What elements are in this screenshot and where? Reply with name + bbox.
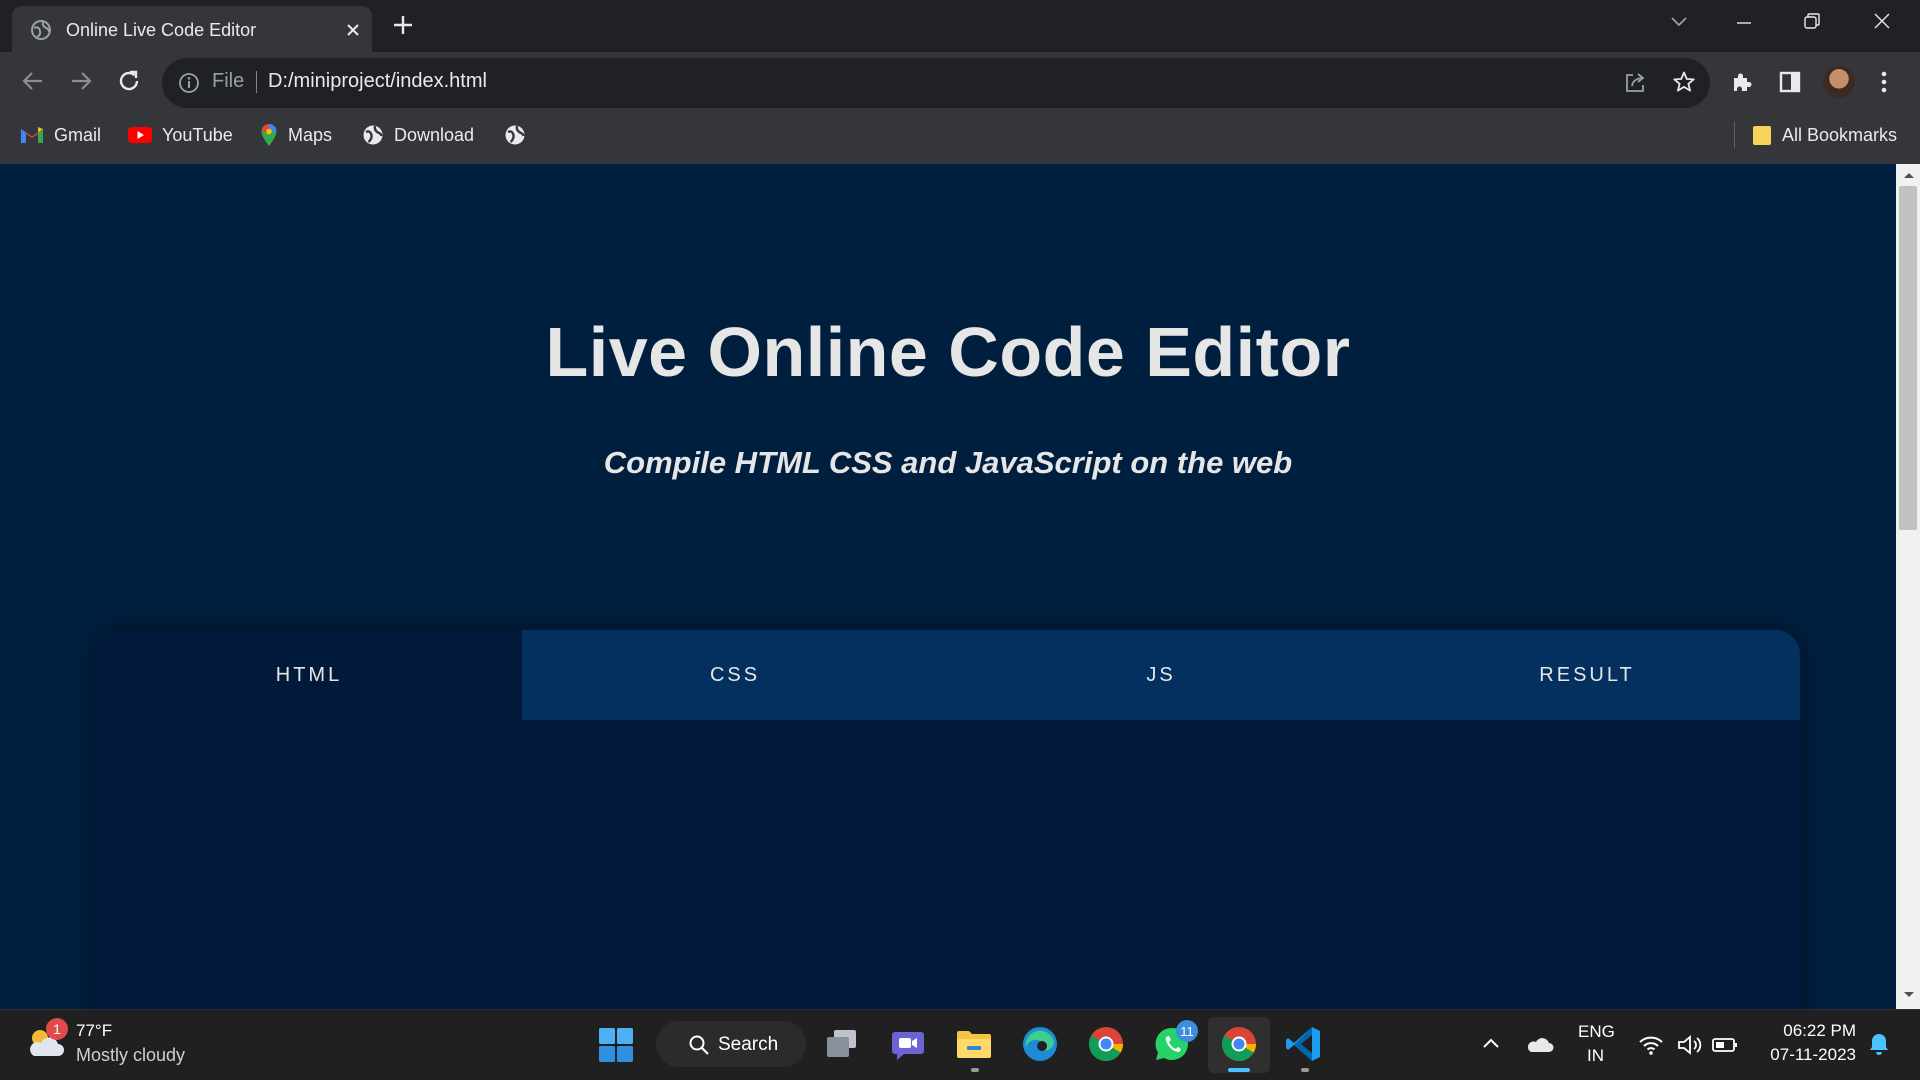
browser-tab[interactable]: Online Live Code Editor [12, 6, 372, 52]
bookmark-star-icon[interactable] [1672, 70, 1696, 94]
chrome-icon[interactable] [1086, 1024, 1126, 1064]
language-region[interactable]: IN [1587, 1046, 1604, 1066]
restore-window-icon[interactable] [1803, 12, 1821, 30]
gmail-icon [20, 126, 44, 144]
weather-temperature: 77°F [76, 1021, 113, 1040]
teams-chat-icon[interactable] [888, 1024, 928, 1064]
task-view-icon[interactable] [822, 1024, 862, 1064]
new-tab-plus-icon[interactable] [392, 14, 414, 36]
address-separator [256, 71, 257, 93]
reload-icon[interactable] [116, 68, 142, 94]
more-menu-icon[interactable] [1878, 70, 1890, 94]
tab-html[interactable]: HTML [96, 630, 522, 720]
address-scheme-label: File [212, 70, 245, 92]
clock-date[interactable]: 07-11-2023 [1760, 1045, 1856, 1065]
chrome-active-icon[interactable] [1219, 1024, 1259, 1064]
battery-icon[interactable] [1712, 1036, 1738, 1054]
scroll-down-arrow-icon[interactable] [1902, 990, 1916, 1000]
folder-icon [1752, 124, 1772, 146]
weather-condition: Mostly cloudy [76, 1045, 186, 1065]
youtube-icon [128, 126, 152, 144]
share-icon[interactable] [1623, 71, 1647, 95]
scroll-up-arrow-icon[interactable] [1902, 170, 1916, 180]
scrollbar-thumb[interactable] [1899, 186, 1917, 530]
back-arrow-icon[interactable] [20, 68, 46, 94]
clock-time[interactable]: 06:22 PM [1760, 1021, 1856, 1041]
wifi-icon[interactable] [1638, 1034, 1664, 1056]
code-editor-panel: HTML CSS JS RESULT [96, 630, 1800, 1020]
edge-browser-icon[interactable] [1020, 1024, 1060, 1064]
tab-result[interactable]: RESULT [1374, 630, 1800, 720]
all-bookmarks-label: All Bookmarks [1782, 124, 1898, 145]
bookmark-label: Gmail [54, 124, 102, 145]
close-tab-icon[interactable] [346, 23, 360, 37]
language-indicator[interactable]: ENG [1578, 1022, 1615, 1042]
tab-search-chevron-icon[interactable] [1670, 14, 1688, 28]
bookmarks-separator [1734, 122, 1735, 148]
active-running-indicator [1228, 1068, 1250, 1072]
show-hidden-icons-chevron-icon[interactable] [1482, 1036, 1500, 1050]
globe-icon [31, 20, 51, 40]
site-info-icon[interactable] [178, 72, 200, 94]
minimize-icon[interactable] [1735, 14, 1753, 32]
address-url[interactable]: D:/miniproject/index.html [268, 70, 487, 93]
bookmark-untitled[interactable] [504, 122, 526, 148]
volume-icon[interactable] [1676, 1033, 1704, 1057]
file-explorer-icon[interactable] [954, 1024, 994, 1064]
extensions-puzzle-icon[interactable] [1730, 70, 1754, 94]
onedrive-cloud-icon[interactable] [1526, 1036, 1554, 1054]
bookmark-gmail[interactable]: Gmail [20, 122, 101, 148]
vscode-icon[interactable] [1284, 1024, 1324, 1064]
bookmark-label: YouTube [162, 124, 233, 145]
tab-title: Online Live Code Editor [66, 20, 257, 40]
weather-badge: 1 [46, 1018, 68, 1040]
bookmark-label: Download [394, 124, 475, 145]
page-subtitle: Compile HTML CSS and JavaScript on the w… [603, 445, 1293, 480]
code-editor-area[interactable] [96, 720, 1800, 1020]
bookmark-youtube[interactable]: YouTube [128, 122, 233, 148]
running-indicator [971, 1068, 979, 1072]
running-indicator [1301, 1068, 1309, 1072]
tab-js[interactable]: JS [948, 630, 1374, 720]
bookmark-maps[interactable]: Maps [260, 122, 332, 148]
page-title: Live Online Code Editor [545, 313, 1351, 391]
tab-css[interactable]: CSS [522, 630, 948, 720]
taskbar-search-label: Search [718, 1034, 779, 1055]
whatsapp-badge: 11 [1176, 1020, 1198, 1042]
side-panel-icon[interactable] [1779, 71, 1801, 93]
forward-arrow-icon[interactable] [68, 68, 94, 94]
notification-bell-icon[interactable] [1868, 1032, 1890, 1056]
profile-avatar[interactable] [1823, 66, 1855, 98]
windows-start-icon[interactable] [598, 1027, 634, 1063]
search-icon [688, 1034, 710, 1056]
globe-icon [504, 124, 526, 146]
close-window-icon[interactable] [1873, 12, 1891, 30]
all-bookmarks-button[interactable]: All Bookmarks [1752, 122, 1897, 148]
maps-icon [260, 123, 278, 147]
globe-icon [362, 124, 384, 146]
bookmark-label: Maps [288, 124, 333, 145]
bookmark-download[interactable]: Download [362, 122, 474, 148]
